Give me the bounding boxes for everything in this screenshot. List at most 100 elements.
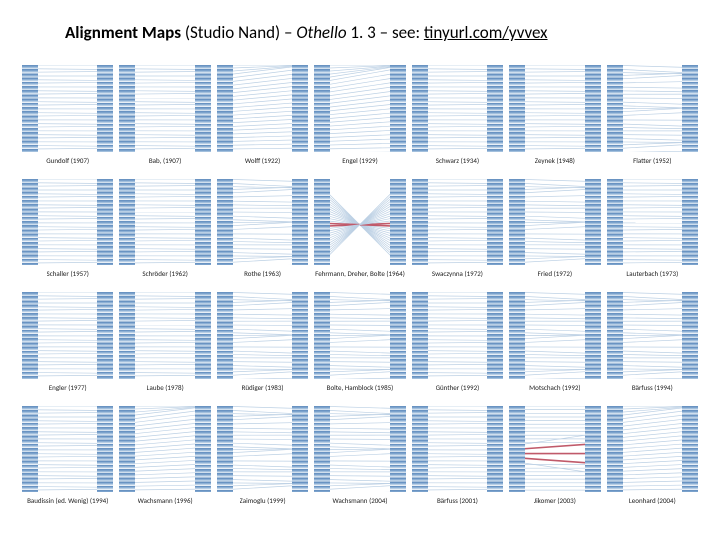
alignment-cell: Zeynek (1948) — [509, 65, 600, 165]
cell-caption: Schröder (1962) — [142, 269, 188, 278]
text-bar-left — [314, 406, 330, 493]
text-bar-right — [292, 179, 308, 266]
alignment-cell: Baudissin (ed. Wenig) (1994) — [22, 406, 113, 506]
slide-title: Alignment Maps (Studio Nand) – Othello 1… — [0, 0, 720, 55]
cell-caption: Schaller (1957) — [47, 269, 89, 278]
alignment-map — [607, 65, 698, 152]
cell-caption: Zaimoglu (1999) — [240, 496, 286, 505]
alignment-cell: Wachsmann (2004) — [314, 406, 405, 506]
text-bar-right — [487, 179, 503, 266]
alignment-cell: Wachsmann (1996) — [119, 406, 210, 506]
alignment-map — [119, 65, 210, 152]
cell-caption: Leonhard (2004) — [629, 496, 676, 505]
text-bar-right — [682, 406, 698, 493]
text-bar-left — [607, 65, 623, 152]
alignment-cell: Gundolf (1907) — [22, 65, 113, 165]
text-bar-left — [217, 179, 233, 266]
text-bar-left — [22, 179, 38, 266]
alignment-cell: Fehrmann, Dreher, Bolte (1964) — [314, 179, 405, 279]
text-bar-left — [314, 292, 330, 379]
text-bar-left — [509, 65, 525, 152]
alignment-map — [119, 292, 210, 379]
alignment-map — [314, 65, 405, 152]
text-bar-left — [509, 179, 525, 266]
text-bar-left — [119, 292, 135, 379]
alignment-map — [217, 179, 308, 266]
cell-caption: Rüdiger (1983) — [242, 383, 284, 392]
text-bar-left — [607, 292, 623, 379]
cell-caption: Baudissin (ed. Wenig) (1994) — [27, 496, 108, 505]
alignment-map — [314, 292, 405, 379]
title-link[interactable]: tinyurl.com/yvvex — [424, 22, 548, 43]
alignment-map — [607, 179, 698, 266]
alignment-cell: Schaller (1957) — [22, 179, 113, 279]
cell-caption: Fried (1972) — [538, 269, 572, 278]
alignment-map — [412, 65, 503, 152]
alignment-map — [22, 292, 113, 379]
text-bar-right — [292, 292, 308, 379]
cell-caption: Bab, (1907) — [149, 156, 182, 165]
alignment-grid: Gundolf (1907)Bab, (1907)Wolff (1922)Eng… — [0, 55, 720, 525]
cell-caption: Motschach (1992) — [529, 383, 580, 392]
text-bar-right — [390, 292, 406, 379]
cell-caption: Lauterbach (1973) — [626, 269, 678, 278]
text-bar-right — [292, 406, 308, 493]
alignment-map — [412, 406, 503, 493]
text-bar-left — [119, 65, 135, 152]
text-bar-left — [119, 406, 135, 493]
text-bar-right — [292, 65, 308, 152]
alignment-cell: Swaczynna (1972) — [412, 179, 503, 279]
text-bar-right — [487, 406, 503, 493]
alignment-map — [509, 406, 600, 493]
text-bar-left — [22, 65, 38, 152]
cell-caption: Zeynek (1948) — [535, 156, 575, 165]
alignment-cell: Bab, (1907) — [119, 65, 210, 165]
text-bar-left — [22, 292, 38, 379]
text-bar-right — [195, 179, 211, 266]
text-bar-left — [217, 292, 233, 379]
text-bar-right — [682, 292, 698, 379]
title-bold: Alignment Maps — [65, 22, 181, 43]
alignment-cell: Günther (1992) — [412, 292, 503, 392]
alignment-cell: Laube (1978) — [119, 292, 210, 392]
alignment-cell: Flatter (1952) — [607, 65, 698, 165]
alignment-map — [509, 292, 600, 379]
text-bar-left — [607, 406, 623, 493]
title-attribution: (Studio Nand) – — [181, 22, 296, 43]
text-bar-left — [607, 179, 623, 266]
alignment-map — [509, 65, 600, 152]
text-bar-left — [412, 292, 428, 379]
alignment-cell: Leonhard (2004) — [607, 406, 698, 506]
alignment-cell: Bärfuss (1994) — [607, 292, 698, 392]
alignment-cell: Engler (1977) — [22, 292, 113, 392]
cell-caption: Jikomer (2003) — [534, 496, 576, 505]
text-bar-left — [509, 292, 525, 379]
text-bar-right — [97, 65, 113, 152]
alignment-cell: Lauterbach (1973) — [607, 179, 698, 279]
cell-caption: Engler (1977) — [49, 383, 87, 392]
alignment-map — [607, 406, 698, 493]
cell-caption: Wachsmann (1996) — [138, 496, 193, 505]
text-bar-left — [217, 406, 233, 493]
alignment-cell: Rothe (1963) — [217, 179, 308, 279]
text-bar-right — [390, 65, 406, 152]
alignment-map — [217, 65, 308, 152]
text-bar-left — [412, 406, 428, 493]
text-bar-left — [314, 179, 330, 266]
text-bar-left — [314, 65, 330, 152]
cell-caption: Bärfuss (1994) — [632, 383, 673, 392]
cell-caption: Rothe (1963) — [244, 269, 281, 278]
text-bar-left — [412, 65, 428, 152]
cell-caption: Bärfuss (2001) — [437, 496, 478, 505]
alignment-map — [314, 179, 405, 266]
alignment-cell: Fried (1972) — [509, 179, 600, 279]
alignment-cell: Schröder (1962) — [119, 179, 210, 279]
text-bar-right — [682, 65, 698, 152]
alignment-map — [22, 65, 113, 152]
text-bar-left — [217, 65, 233, 152]
alignment-cell: Schwarz (1934) — [412, 65, 503, 165]
text-bar-left — [119, 179, 135, 266]
title-work: Othello — [296, 22, 346, 43]
alignment-map — [22, 406, 113, 493]
alignment-cell: Bolte, Hamblock (1985) — [314, 292, 405, 392]
